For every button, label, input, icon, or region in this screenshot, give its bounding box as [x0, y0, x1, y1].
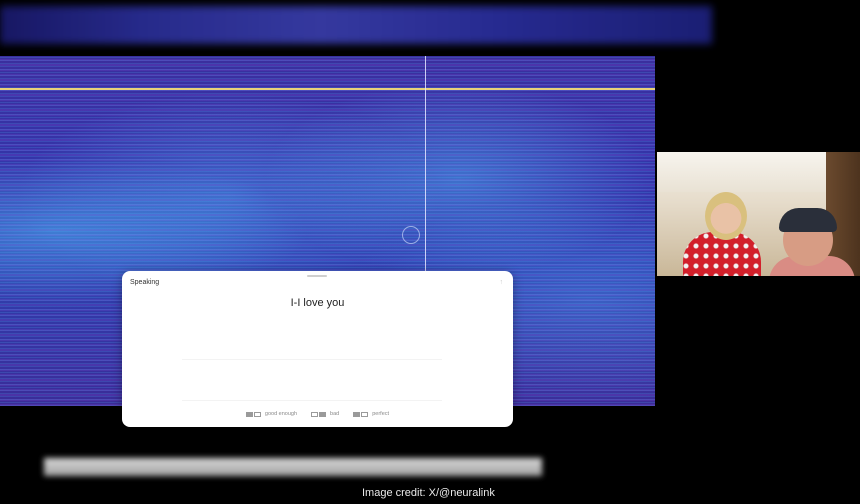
- rating-option-label: perfect: [372, 411, 390, 417]
- rating-good-enough-button[interactable]: good enough: [245, 411, 298, 417]
- rating-option-label: bad: [330, 411, 340, 417]
- rating-perfect-button[interactable]: perfect: [353, 411, 389, 417]
- video-person-woman-head: [705, 192, 747, 240]
- card-expand-icon[interactable]: ↑: [500, 279, 504, 286]
- screen: Speaking ↑ I-I love you good enough bad …: [0, 0, 860, 504]
- video-call-thumbnail[interactable]: [657, 152, 860, 276]
- card-faint-guides: [182, 359, 442, 401]
- card-reflection: [44, 458, 542, 476]
- card-drag-handle[interactable]: [307, 275, 327, 277]
- rating-bar: good enough bad perfect: [122, 411, 513, 417]
- card-title: Speaking: [130, 279, 160, 286]
- image-credit: Image credit: X/@neuralink: [362, 487, 495, 499]
- two-box-left-icon: [353, 411, 369, 417]
- blurred-header-strip: [0, 6, 712, 44]
- threshold-marker-line: [0, 88, 655, 90]
- rating-option-label: good enough: [264, 411, 298, 417]
- pointer-cursor-icon: [402, 226, 420, 244]
- rating-bad-button[interactable]: bad: [311, 411, 339, 417]
- two-box-half-icon: [245, 411, 261, 417]
- two-box-right-icon: [311, 411, 327, 417]
- decoded-speech-text: I-I love you: [290, 297, 345, 309]
- video-person-man-cap: [779, 208, 837, 232]
- speaking-card: Speaking ↑ I-I love you good enough bad …: [122, 271, 513, 427]
